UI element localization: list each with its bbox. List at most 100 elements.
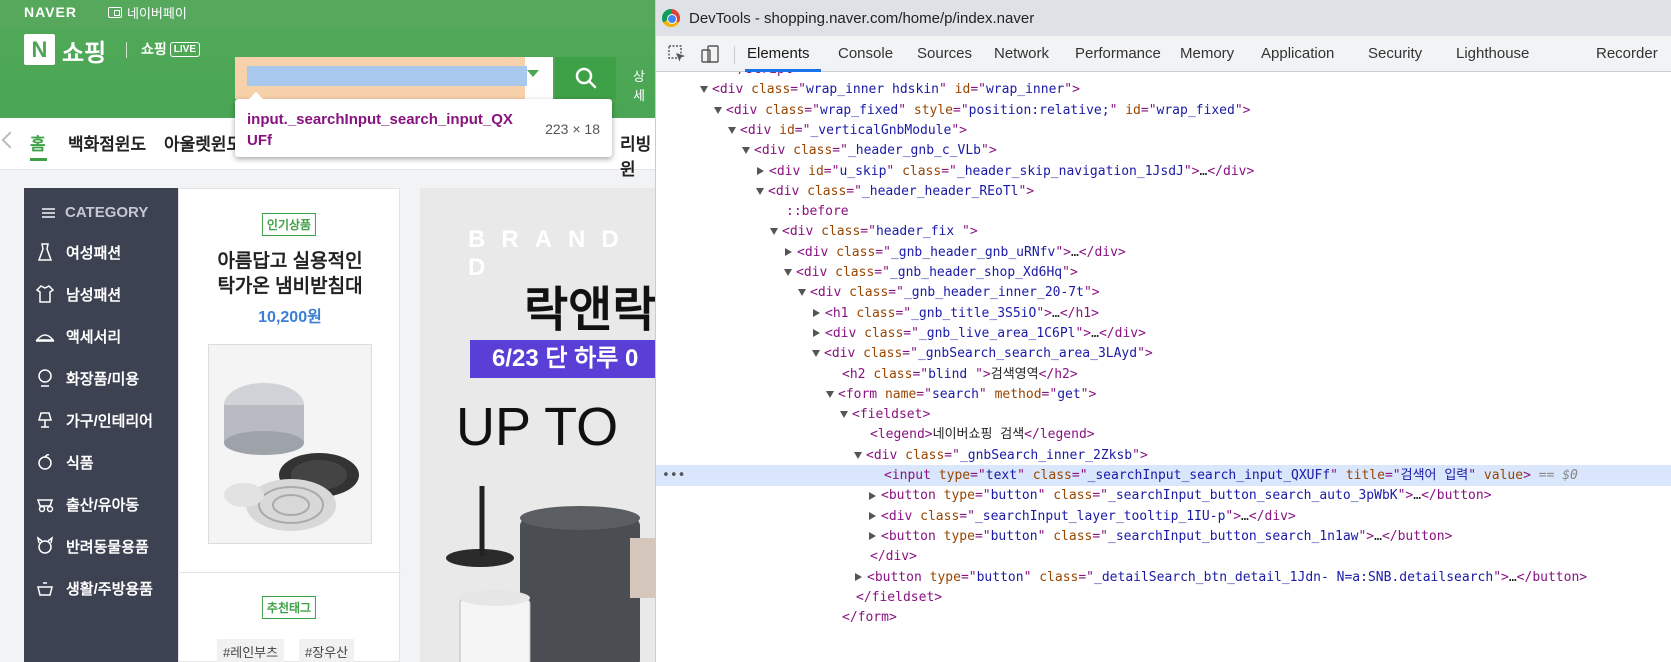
sidebar-item-cosmetics[interactable]: 화장품/미용	[34, 364, 139, 392]
dom-token: class	[864, 325, 904, 341]
chevron-left-icon[interactable]	[1, 131, 19, 149]
search-auto-toggle[interactable]	[527, 70, 539, 77]
sidebar-item-baby[interactable]: 출산/유아동	[34, 490, 139, 518]
search-button[interactable]	[555, 57, 616, 99]
dom-node[interactable]: <div class="header_fix ">	[656, 221, 1671, 242]
tab-application[interactable]: Application	[1261, 45, 1334, 62]
dom-node[interactable]: <button type="button" class="_searchInpu…	[656, 485, 1671, 506]
naver-logo[interactable]: NAVER	[24, 4, 77, 20]
dom-token: class	[751, 82, 791, 98]
sidebar-item-women[interactable]: 여성패션	[34, 238, 121, 266]
dom-node[interactable]: <div id="u_skip" class="_header_skip_nav…	[656, 161, 1671, 182]
dom-node[interactable]: <div class="_gnb_header_shop_Xd6Hq">	[656, 262, 1671, 283]
tab-security[interactable]: Security	[1368, 45, 1422, 62]
expand-closed-icon[interactable]	[785, 248, 792, 257]
dom-node[interactable]: <div class="wrap_inner hdskin" id="wrap_…	[656, 79, 1671, 100]
expand-closed-icon[interactable]	[869, 512, 876, 521]
dom-token: name	[884, 386, 917, 402]
expand-open-icon[interactable]	[840, 411, 848, 419]
tag-chip[interactable]: #레인부츠	[217, 639, 285, 662]
dom-token: _gnb_header_shop_Xd6Hq	[889, 265, 1063, 280]
sidebar-item-men[interactable]: 남성패션	[34, 280, 121, 308]
naverpay-link[interactable]: 네이버페이	[108, 3, 187, 22]
dom-node[interactable]: <div class="_header_gnb_c_VLb">	[656, 140, 1671, 161]
dom-node[interactable]: <button type="button" class="_searchInpu…	[656, 526, 1671, 547]
expand-closed-icon[interactable]	[757, 167, 764, 175]
dom-node[interactable]: <legend>네이버쇼핑 검색</legend>	[656, 424, 1671, 445]
tab-network[interactable]: Network	[994, 45, 1049, 62]
expand-open-icon[interactable]	[728, 126, 736, 134]
expand-closed-icon[interactable]	[855, 573, 862, 581]
sidebar-item-kitchen[interactable]: 생활/주방용품	[34, 574, 153, 602]
expand-open-icon[interactable]	[812, 350, 820, 358]
tab-elements[interactable]: Elements	[747, 45, 810, 62]
dom-token: ="	[874, 265, 890, 280]
dom-node[interactable]: </fieldset>	[656, 587, 1671, 608]
brand-day-banner[interactable]: BRAND D 락앤락 6/23 단 하루 0 UP TO	[420, 188, 655, 662]
tag-chip[interactable]: #장우산	[299, 639, 355, 662]
dom-node[interactable]: <div class="_header_header_REoTl">	[656, 181, 1671, 202]
dom-node-selected[interactable]: <input type="text" class="_searchInput_s…	[656, 465, 1671, 486]
sidebar-item-food[interactable]: 식품	[34, 448, 94, 476]
shopping-live-link[interactable]: 쇼핑 LIVE	[141, 39, 200, 59]
tab-memory[interactable]: Memory	[1180, 45, 1234, 62]
dom-node[interactable]: <fieldset>	[656, 404, 1671, 425]
tab-console[interactable]: Console	[838, 45, 893, 62]
sidebar-item-pet[interactable]: 반려동물용품	[34, 532, 149, 560]
catnav-home[interactable]: 홈	[30, 130, 46, 155]
expand-open-icon[interactable]	[770, 228, 778, 236]
dom-node[interactable]: <div class="_searchInput_layer_tooltip_1…	[656, 506, 1671, 527]
sidebar-item-label: 가구/인테리어	[66, 412, 153, 430]
expand-closed-icon[interactable]	[869, 532, 876, 541]
dom-node[interactable]: <form name="search" method="get">	[656, 384, 1671, 405]
dom-node[interactable]: <div class="_gnb_live_area_1C6Pl">…</div…	[656, 323, 1671, 344]
category-header[interactable]: CATEGORY	[42, 204, 148, 221]
expand-closed-icon[interactable]	[813, 309, 820, 318]
promo-card[interactable]: 인기상품 아름답고 실용적인 탁가온 냄비받침대 10,200원 추천태그 #레…	[178, 188, 401, 662]
dom-token: method	[994, 386, 1042, 402]
inspect-element-icon[interactable]	[667, 44, 687, 64]
dom-token: class	[793, 143, 833, 159]
dom-node[interactable]: </div>	[656, 546, 1671, 567]
device-toolbar-icon[interactable]	[700, 44, 720, 64]
dom-token: _searchInput_layer_tooltip_1IU-p	[974, 508, 1226, 524]
expand-open-icon[interactable]	[798, 289, 806, 297]
tab-lighthouse[interactable]: Lighthouse	[1456, 45, 1529, 62]
catnav-department[interactable]: 백화점윈도	[68, 130, 146, 155]
dom-node[interactable]: <div class="_gnbSearch_search_area_3LAyd…	[656, 343, 1671, 364]
expand-closed-icon[interactable]	[869, 491, 876, 500]
expand-open-icon[interactable]	[854, 451, 862, 459]
dom-node[interactable]: </form>	[656, 607, 1671, 628]
product-image[interactable]	[208, 344, 372, 544]
dom-node[interactable]: <h2 class="blind ">검색영역</h2>	[656, 364, 1671, 385]
dom-token: …	[1508, 569, 1517, 585]
dom-node[interactable]: <div id="_verticalGnbModule">	[656, 120, 1671, 141]
detail-search-link[interactable]: 상세	[633, 66, 655, 104]
dom-node[interactable]: <h1 class="_gnb_title_3S5iO">…</h1>	[656, 303, 1671, 324]
expand-open-icon[interactable]	[826, 390, 834, 398]
expand-open-icon[interactable]	[714, 106, 722, 114]
dom-node[interactable]: <div class="_gnb_header_inner_20-7t">	[656, 282, 1671, 303]
expand-open-icon[interactable]	[756, 187, 764, 195]
tab-performance[interactable]: Performance	[1075, 45, 1161, 62]
tab-sources[interactable]: Sources	[917, 45, 972, 62]
catnav-outlet[interactable]: 아울렛윈도	[164, 130, 242, 155]
dom-node[interactable]: ::before	[656, 201, 1671, 222]
expand-open-icon[interactable]	[700, 86, 708, 94]
shopping-logo[interactable]: 쇼핑	[62, 33, 106, 68]
dom-node[interactable]: <div class="wrap_fixed" style="position:…	[656, 100, 1671, 121]
dom-node[interactable]: <div class="_gnbSearch_inner_2Zksb">	[656, 445, 1671, 466]
naver-n-logo[interactable]: N	[24, 34, 55, 65]
catnav-living[interactable]: 리빙윈	[620, 130, 655, 180]
expand-closed-icon[interactable]	[813, 329, 820, 338]
dom-node[interactable]: <div class="_gnb_header_gnb_uRNfv">…</di…	[656, 242, 1671, 263]
sidebar-item-furniture[interactable]: 가구/인테리어	[34, 406, 153, 434]
tab-recorder[interactable]: Recorder	[1596, 45, 1658, 62]
expand-open-icon[interactable]	[784, 269, 792, 276]
search-input[interactable]	[247, 66, 527, 86]
sidebar-item-accessory[interactable]: 액세서리	[34, 322, 121, 350]
dom-token: text	[985, 468, 1018, 483]
expand-open-icon[interactable]	[742, 147, 750, 155]
node-menu-icon[interactable]: •••	[662, 465, 685, 486]
dom-node[interactable]: <button type="button" class="_detailSear…	[656, 567, 1671, 588]
